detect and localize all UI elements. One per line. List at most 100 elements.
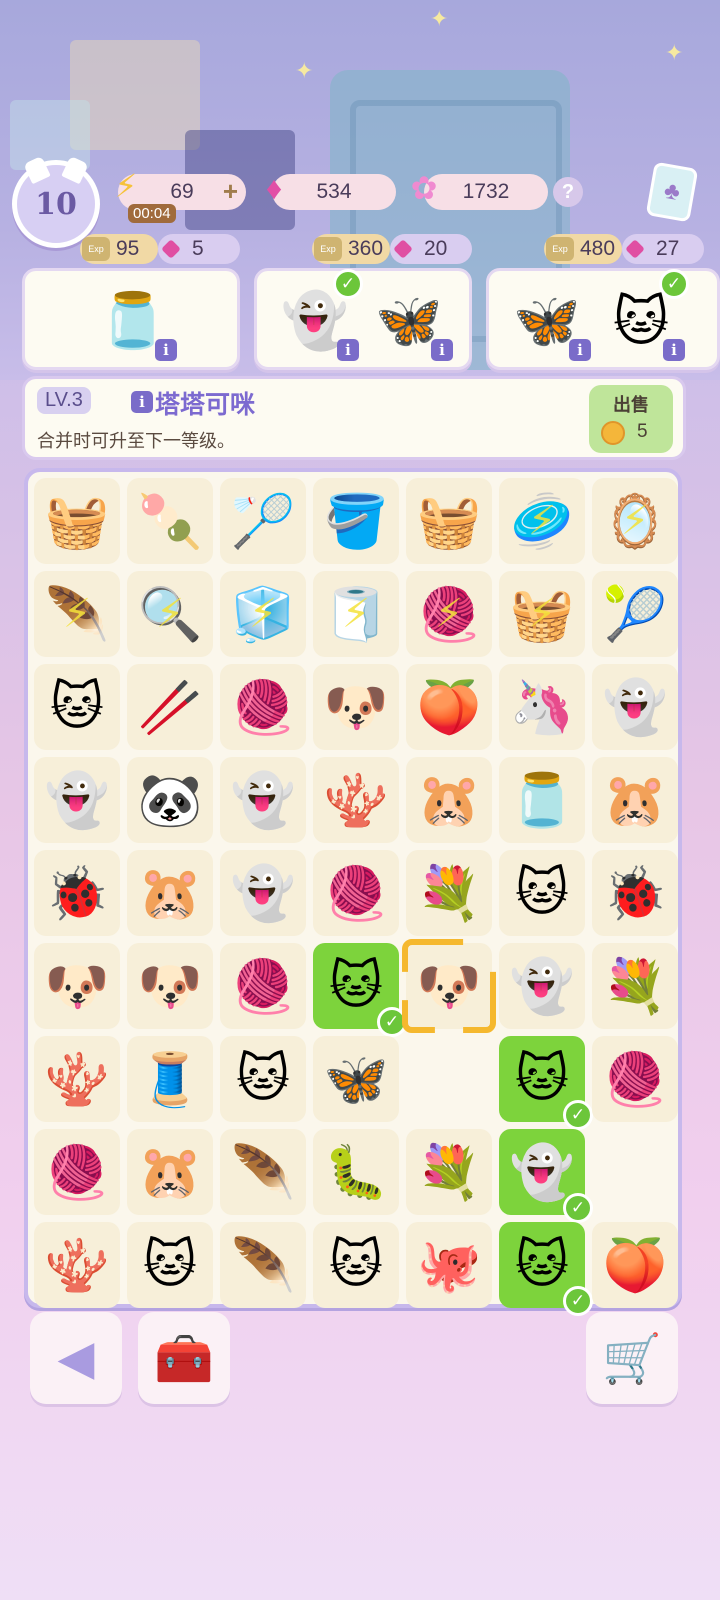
- board-cell[interactable]: 🐱: [313, 1222, 399, 1308]
- board-cell[interactable]: 🦋: [313, 1036, 399, 1122]
- sell-button[interactable]: 出售 5: [589, 385, 673, 453]
- board-cell[interactable]: 🧶: [220, 943, 306, 1029]
- board-cell[interactable]: 🧺: [406, 478, 492, 564]
- board-cell[interactable]: 🐞: [592, 850, 678, 936]
- board-cell[interactable]: 👻 ✓: [499, 1129, 593, 1223]
- board-cell[interactable]: 🧶: [220, 664, 306, 750]
- shop-button[interactable]: 🛒: [586, 1312, 678, 1404]
- board-cell[interactable]: 🎾: [592, 571, 678, 657]
- back-button[interactable]: ◀: [30, 1312, 122, 1404]
- order-card[interactable]: 🦋 i 🐱 i ✓: [486, 268, 720, 370]
- card-collection-button[interactable]: ♣: [645, 161, 699, 223]
- info-icon[interactable]: i: [569, 339, 591, 361]
- board-cell[interactable]: 🪶 ⚡: [34, 571, 120, 657]
- board-cell[interactable]: 🪶: [220, 1129, 306, 1215]
- board-cell[interactable]: 🥏 ⚡: [499, 478, 585, 564]
- pink-gem-icon: [393, 239, 413, 259]
- board-item-icon: 🪣: [323, 492, 389, 551]
- board-cell[interactable]: 🐹: [592, 757, 678, 843]
- info-icon[interactable]: i: [663, 339, 685, 361]
- board-cell[interactable]: 💐: [406, 850, 492, 936]
- board-cell[interactable]: 🦄: [499, 664, 585, 750]
- board-cell[interactable]: 🐱 ✓: [313, 943, 407, 1037]
- board-cell[interactable]: 🏸: [220, 478, 306, 564]
- board-cell[interactable]: 🍡: [127, 478, 213, 564]
- board-cell[interactable]: 🐹: [127, 1129, 213, 1215]
- board-cell[interactable]: 🪸: [313, 757, 399, 843]
- board-cell[interactable]: 🧺 ⚡: [499, 571, 585, 657]
- board-cell[interactable]: 🧊 ⚡: [220, 571, 306, 657]
- board-cell[interactable]: 👻: [499, 943, 585, 1029]
- board-cell[interactable]: 🐱: [220, 1036, 306, 1122]
- board-cell[interactable]: 🧺: [34, 478, 120, 564]
- help-button[interactable]: ?: [553, 177, 583, 207]
- board-cell[interactable]: 👻: [220, 757, 306, 843]
- board-cell[interactable]: 🧶: [34, 1129, 120, 1215]
- board-cell[interactable]: 🐶: [406, 943, 492, 1029]
- board-item-icon: 🐹: [602, 771, 668, 830]
- board-cell[interactable]: 🧶: [592, 1036, 678, 1122]
- order-card[interactable]: 🫙 i: [22, 268, 240, 370]
- board-cell[interactable]: 🪶: [220, 1222, 306, 1308]
- board-cell[interactable]: 🐱: [34, 664, 120, 750]
- board-cell[interactable]: 🐱: [499, 850, 585, 936]
- board-item-icon: 🎾: [602, 585, 668, 644]
- board-cell[interactable]: 🧶 ⚡: [406, 571, 492, 657]
- toolbox-button[interactable]: 🧰: [138, 1312, 230, 1404]
- board-item-icon: 🐱: [514, 1050, 570, 1108]
- board-cell[interactable]: 🧵: [127, 1036, 213, 1122]
- lightning-bolt-icon: ⚡: [434, 592, 464, 636]
- info-icon[interactable]: i: [337, 339, 359, 361]
- board-cell[interactable]: 🍑: [406, 664, 492, 750]
- board-cell[interactable]: 🫙: [499, 757, 585, 843]
- board-item-icon: 🍑: [416, 678, 482, 737]
- board-cell[interactable]: 🪸: [34, 1222, 120, 1308]
- board-item-icon: 🍡: [137, 492, 203, 551]
- board-cell[interactable]: 🐱: [127, 1222, 213, 1308]
- energy-timer: 00:04: [128, 204, 176, 223]
- board-cell[interactable]: 💐: [406, 1129, 492, 1215]
- board-cell[interactable]: 🐱 ✓: [499, 1036, 593, 1130]
- board-cell[interactable]: 👻: [34, 757, 120, 843]
- player-level: 10: [35, 186, 77, 222]
- board-item-icon: 🧶: [230, 957, 296, 1016]
- board-item-icon: 🐱: [514, 1236, 570, 1294]
- order-card[interactable]: 👻 i ✓ 🦋 i: [254, 268, 472, 370]
- board-item-icon: 💐: [416, 1143, 482, 1202]
- board-cell[interactable]: 👻: [220, 850, 306, 936]
- board-cell[interactable]: 🔍 ⚡: [127, 571, 213, 657]
- board-cell[interactable]: 🪣: [313, 478, 399, 564]
- lightning-bolt-icon: ⚡: [620, 499, 650, 543]
- board-cell[interactable]: 🥢: [127, 664, 213, 750]
- board-cell[interactable]: 👻: [592, 664, 678, 750]
- board-cell[interactable]: 🧻 ⚡: [313, 571, 399, 657]
- board-cell[interactable]: 🐶: [313, 664, 399, 750]
- board-cell[interactable]: 🧶: [313, 850, 399, 936]
- board-cell-empty[interactable]: [592, 1129, 678, 1215]
- board-cell[interactable]: 🐶: [127, 943, 213, 1029]
- player-level-badge[interactable]: 10: [12, 160, 100, 248]
- board-cell[interactable]: 🍑: [592, 1222, 678, 1308]
- board-item-icon: 🐱: [328, 957, 384, 1015]
- board-cell[interactable]: 🐹: [406, 757, 492, 843]
- info-icon[interactable]: i: [431, 339, 453, 361]
- lightning-bolt-icon: ⚡: [341, 592, 371, 636]
- board-cell[interactable]: 🐞: [34, 850, 120, 936]
- board-cell[interactable]: 🐶: [34, 943, 120, 1029]
- board-item-icon: 🧺: [416, 492, 482, 551]
- info-icon[interactable]: i: [155, 339, 177, 361]
- board-cell-empty[interactable]: [406, 1036, 492, 1122]
- board-cell[interactable]: 🪞 ⚡: [592, 478, 678, 564]
- board-cell[interactable]: 💐: [592, 943, 678, 1029]
- add-energy-button[interactable]: +: [223, 176, 238, 207]
- board-cell[interactable]: 🐙: [406, 1222, 492, 1308]
- info-icon[interactable]: i: [131, 391, 153, 413]
- board-cell[interactable]: 🐱 ✓: [499, 1222, 593, 1316]
- back-arrow-icon: ◀: [57, 1332, 95, 1385]
- pink-gem-icon: [161, 239, 181, 259]
- board-item-icon: 🧵: [137, 1050, 203, 1109]
- board-cell[interactable]: 🪸: [34, 1036, 120, 1122]
- board-cell[interactable]: 🐹: [127, 850, 213, 936]
- board-cell[interactable]: 🐛: [313, 1129, 399, 1215]
- board-cell[interactable]: 🐼: [127, 757, 213, 843]
